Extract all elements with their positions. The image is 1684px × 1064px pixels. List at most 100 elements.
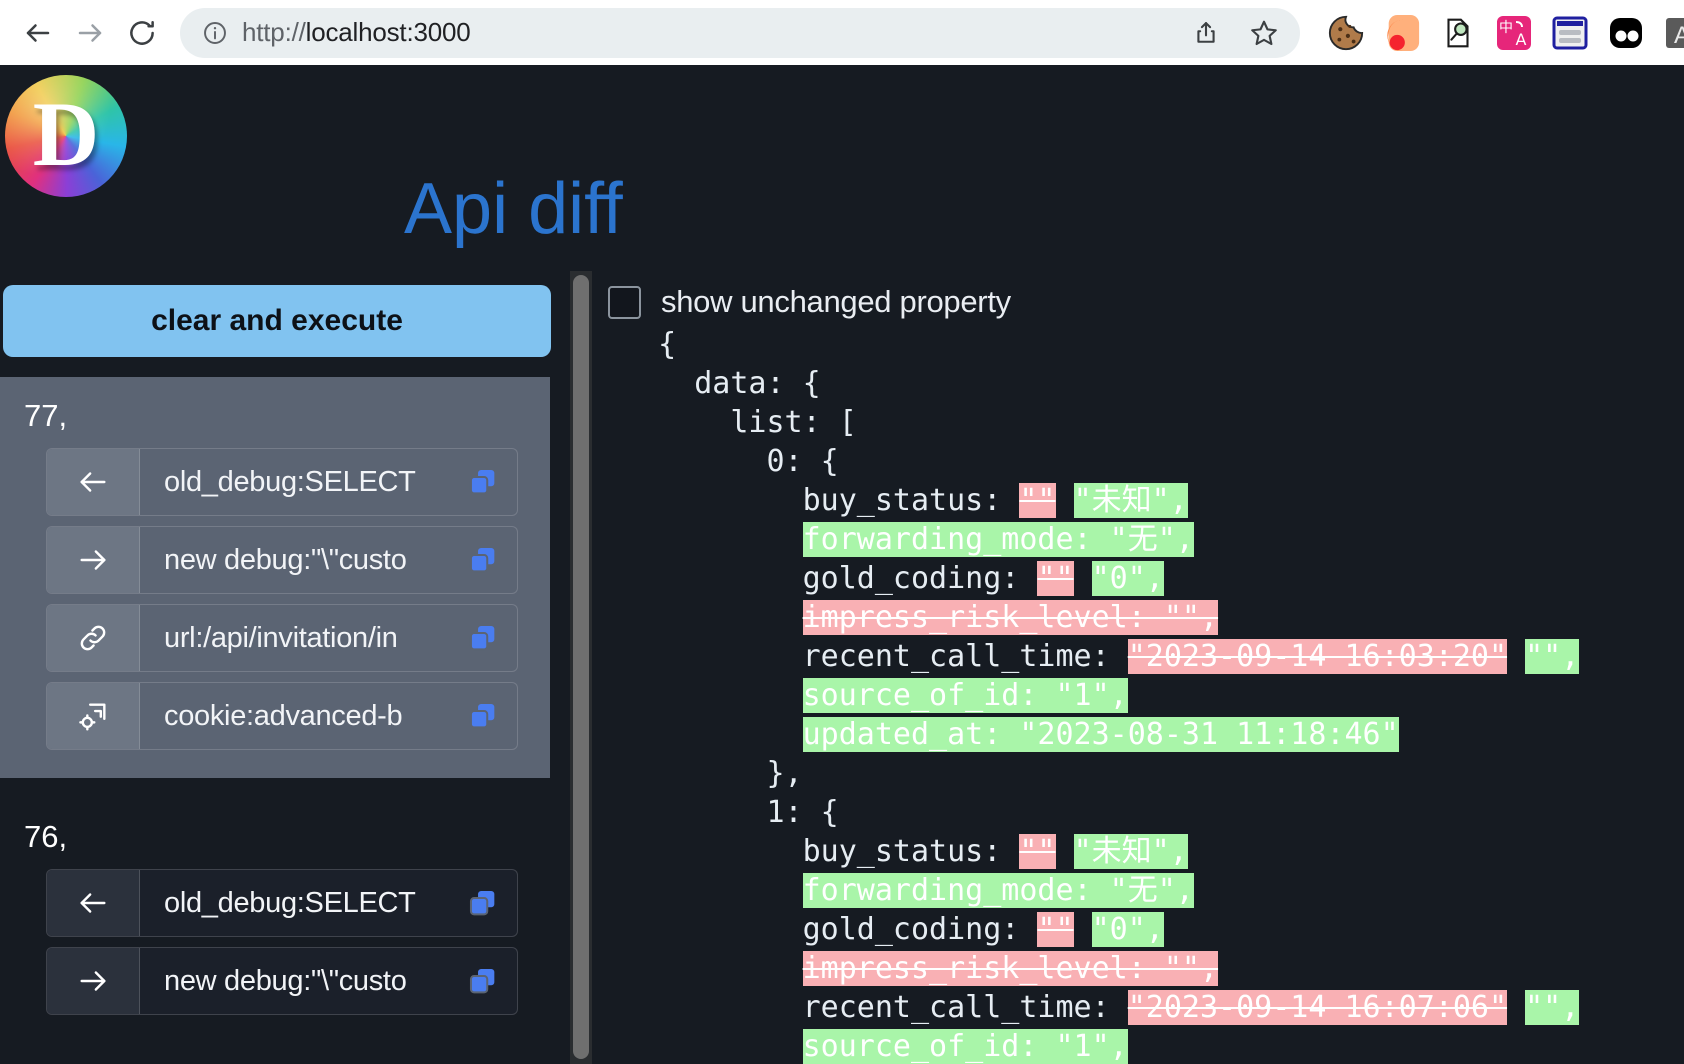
star-icon[interactable] [1242, 11, 1286, 55]
diff-plain-text: recent_call_time: [802, 990, 1128, 1025]
diff-plain-text: data: { [694, 366, 821, 401]
diff-plain-text [1507, 639, 1525, 674]
request-row[interactable]: old_debug:SELECT [46, 448, 518, 516]
diff-line: source_of_id: "1", [622, 676, 1684, 715]
diff-plain-text [1074, 912, 1092, 947]
diff-removed-text: "" [1019, 834, 1056, 869]
clear-and-execute-button[interactable]: clear and execute [3, 285, 551, 357]
request-row-text: old_debug:SELECT [164, 465, 416, 498]
diff-plain-text [1056, 483, 1074, 518]
copy-icon[interactable] [449, 527, 517, 593]
copy-icon[interactable] [449, 948, 517, 1014]
diff-added-text: "", [1525, 639, 1580, 674]
reader-list-extension-icon[interactable] [1550, 13, 1590, 53]
back-arrow-icon[interactable] [14, 9, 62, 57]
diff-line: list: [ [622, 403, 1684, 442]
magnifier-page-extension-icon[interactable] [1438, 13, 1478, 53]
diff-line: gold_coding: "" "0", [622, 559, 1684, 598]
svg-text:A: A [1674, 22, 1684, 49]
diff-plain-text: list: [ [730, 405, 857, 440]
reload-icon[interactable] [118, 9, 166, 57]
copy-icon[interactable] [449, 870, 517, 936]
scrollbar-thumb[interactable] [573, 275, 589, 1059]
url-host: localhost:3000 [305, 17, 471, 47]
arrow-right-icon[interactable] [47, 948, 140, 1014]
diff-line: recent_call_time: "2023-09-14 16:03:20" … [622, 637, 1684, 676]
browser-toolbar: http://localhost:3000 中 A A [0, 0, 1684, 65]
request-row-text: old_debug:SELECT [164, 886, 416, 919]
address-bar[interactable]: http://localhost:3000 [180, 7, 1300, 58]
diff-line: source_of_id: "1", [622, 1027, 1684, 1064]
diff-plain-text: buy_status: [802, 834, 1020, 869]
translate-extension-icon[interactable]: 中 A [1494, 13, 1534, 53]
request-row[interactable]: old_debug:SELECT [46, 869, 518, 937]
diff-removed-text: "" [1037, 561, 1074, 596]
diff-line: gold_coding: "" "0", [622, 910, 1684, 949]
app-root: D Api diff clear and execute 77, old_debu… [0, 65, 1684, 1064]
sidebar-scrollbar[interactable] [570, 271, 592, 1064]
diff-line: { [622, 325, 1684, 364]
two-dots-extension-icon[interactable] [1606, 13, 1646, 53]
diff-plain-text: gold_coding: [802, 561, 1038, 596]
arrow-right-icon[interactable] [47, 527, 140, 593]
diff-added-text: "0", [1091, 561, 1164, 596]
url-text: http://localhost:3000 [242, 17, 1170, 48]
link-icon[interactable] [47, 605, 140, 671]
diff-plain-text: 0: { [766, 444, 839, 479]
arrow-left-icon[interactable] [47, 449, 140, 515]
request-row-text: new debug:"\"custo [164, 543, 407, 576]
request-row[interactable]: url:/api/invitation/in [46, 604, 518, 672]
diff-line: buy_status: "" "未知", [622, 481, 1684, 520]
request-row-text: new debug:"\"custo [164, 964, 407, 997]
diff-line: 0: { [622, 442, 1684, 481]
show-unchanged-property-row[interactable]: show unchanged property [608, 284, 1684, 320]
request-index-label: 77, [24, 398, 68, 433]
diff-plain-text [1507, 990, 1525, 1025]
diff-added-text: source_of_id: "1", [802, 678, 1128, 713]
diff-line: impress_risk_level: "", [622, 598, 1684, 637]
cookie-extension-icon[interactable] [1326, 13, 1366, 53]
copy-icon[interactable] [449, 449, 517, 515]
letter-a-extension-icon[interactable]: A [1662, 13, 1684, 53]
request-sidebar: clear and execute 77, old_debug:SELECT new… [0, 270, 560, 1064]
request-row[interactable]: new debug:"\"custo [46, 947, 518, 1015]
diff-added-text: source_of_id: "1", [802, 1029, 1128, 1064]
extensions-strip: 中 A A [1326, 13, 1684, 53]
diff-plain-text: 1: { [766, 795, 839, 830]
diff-removed-text: "" [1019, 483, 1056, 518]
app-header: D Api diff [0, 65, 1684, 245]
svg-text:A: A [1516, 30, 1527, 49]
page-title: Api diff [404, 169, 623, 249]
diff-plain-text: { [658, 327, 677, 362]
diff-panel: show unchanged property { data: { list: … [600, 270, 1684, 1064]
forward-arrow-icon[interactable] [66, 9, 114, 57]
diff-added-text: "未知", [1073, 834, 1188, 869]
cookie-settings-icon[interactable] [47, 683, 140, 749]
diff-plain-text: gold_coding: [802, 912, 1038, 947]
request-row[interactable]: new debug:"\"custo [46, 526, 518, 594]
diff-added-text: forwarding_mode: "无", [802, 873, 1194, 908]
arrow-left-icon[interactable] [47, 870, 140, 936]
diff-added-text: "0", [1091, 912, 1164, 947]
show-unchanged-label: show unchanged property [661, 284, 1011, 319]
diff-plain-text: }, [766, 756, 803, 791]
diff-removed-text: impress_risk_level: "", [802, 951, 1219, 986]
diff-line: 1: { [622, 793, 1684, 832]
show-unchanged-checkbox[interactable] [608, 285, 641, 319]
copy-icon[interactable] [449, 683, 517, 749]
color-blob-extension-icon[interactable] [1382, 13, 1422, 53]
request-row[interactable]: cookie:advanced-b [46, 682, 518, 750]
diff-line: forwarding_mode: "无", [622, 871, 1684, 910]
request-group: 76, old_debug:SELECT new debug:"\"custo [0, 798, 550, 1043]
request-groups: 77, old_debug:SELECT new debug:"\"custo url… [0, 377, 560, 1043]
request-group: 77, old_debug:SELECTnew debug:"\"custo url… [0, 377, 550, 778]
diff-plain-text: recent_call_time: [802, 639, 1128, 674]
copy-icon[interactable] [449, 605, 517, 671]
diff-plain-text [1056, 834, 1074, 869]
info-circle-icon[interactable] [202, 20, 228, 46]
diff-added-text: updated_at: "2023-08-31 11:18:46" [802, 717, 1399, 752]
diff-removed-text: "2023-09-14 16:07:06" [1127, 990, 1508, 1025]
diff-plain-text [1074, 561, 1092, 596]
share-icon[interactable] [1184, 11, 1228, 55]
diff-line: }, [622, 754, 1684, 793]
